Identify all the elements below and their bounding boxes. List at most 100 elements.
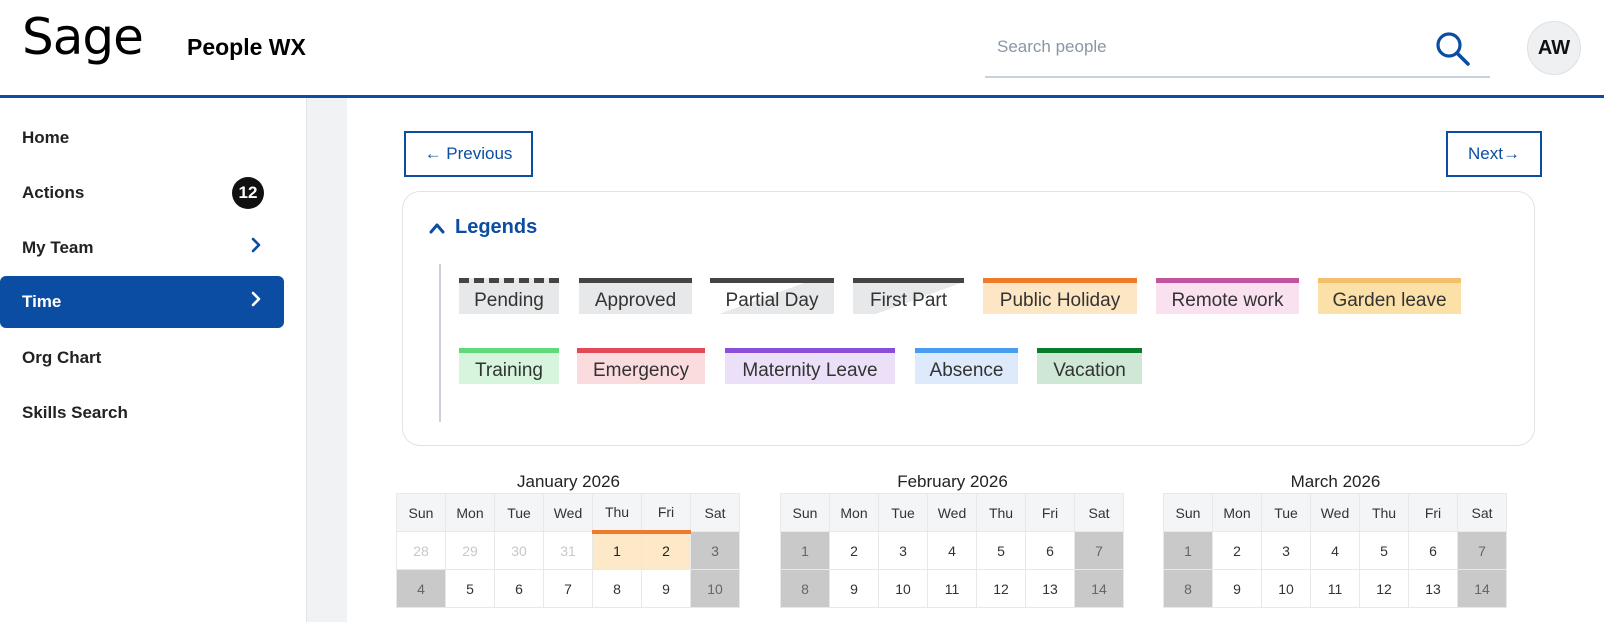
legend-chip-pending: Pending [459, 278, 559, 314]
calendar-day[interactable]: 9 [1212, 569, 1262, 608]
calendar-day[interactable]: 1 [1163, 531, 1213, 570]
app-title: People WX [187, 34, 306, 60]
calendar-day[interactable]: 8 [780, 569, 830, 608]
calendar-day[interactable]: 31 [543, 531, 593, 570]
sidebar: Home Actions 12 My Team Time Org Chart S… [0, 98, 303, 622]
legend-chip-vacation: Vacation [1037, 348, 1142, 384]
calendar-day[interactable]: 10 [1261, 569, 1311, 608]
chevron-right-icon [251, 291, 261, 307]
calendar-week-row: 28 29 30 31 1 2 3 [396, 529, 740, 570]
calendar-day[interactable]: 2 [641, 529, 691, 570]
calendar-day[interactable]: 9 [829, 569, 879, 608]
calendar-day[interactable]: 3 [1261, 531, 1311, 570]
sidebar-item-skills-search[interactable]: Skills Search [0, 387, 284, 439]
sidebar-item-actions[interactable]: Actions 12 [0, 167, 284, 219]
calendar-day[interactable]: 7 [543, 569, 593, 608]
chevron-up-icon [429, 223, 445, 233]
weekday-header: Sat [1074, 493, 1124, 532]
sidebar-item-org-chart[interactable]: Org Chart [0, 332, 284, 384]
calendar-day[interactable]: 2 [829, 531, 879, 570]
weekday-header: Thu [592, 493, 642, 532]
legend-chip-garden-leave: Garden leave [1318, 278, 1461, 314]
weekday-header: Mon [445, 493, 495, 532]
weekday-header: Tue [878, 493, 928, 532]
calendar-day[interactable]: 5 [445, 569, 495, 608]
legend-chip-partial-day: Partial Day [710, 278, 834, 314]
weekday-header: Sun [780, 493, 830, 532]
sidebar-item-label: Home [22, 128, 70, 147]
calendar-day[interactable]: 8 [592, 569, 642, 608]
calendar-day[interactable]: 9 [641, 569, 691, 608]
calendar-day[interactable]: 1 [780, 531, 830, 570]
calendar-day[interactable]: 6 [1408, 531, 1458, 570]
sidebar-item-label: Org Chart [22, 348, 102, 367]
legend-chip-first-part: First Part [853, 278, 964, 314]
sage-logo[interactable]: Sage [22, 8, 144, 66]
calendar-week-row: 8 9 10 11 12 13 14 [1163, 569, 1507, 608]
weekday-header: Sat [1457, 493, 1507, 532]
calendar-march-title: March 2026 [1290, 472, 1381, 491]
content-gutter [306, 98, 347, 622]
calendar-day[interactable]: 2 [1212, 531, 1262, 570]
legend-chip-training: Training [459, 348, 559, 384]
calendar-march: Sun Mon Tue Wed Thu Fri Sat 1 2 3 4 5 6 7 8 9 10 11 12 13 14 [1163, 493, 1507, 608]
weekday-header: Sun [1163, 493, 1213, 532]
calendar-day[interactable]: 12 [976, 569, 1026, 608]
legend-chip-absence: Absence [915, 348, 1018, 384]
weekday-header: Mon [829, 493, 879, 532]
search-input[interactable] [995, 26, 1419, 68]
actions-count-badge: 12 [232, 177, 264, 209]
calendar-day[interactable]: 5 [1359, 531, 1409, 570]
sidebar-item-time[interactable]: Time [0, 276, 284, 328]
legend-chip-maternity-leave: Maternity Leave [725, 348, 895, 384]
legend-divider [439, 264, 441, 422]
calendar-day[interactable]: 14 [1074, 569, 1124, 608]
calendar-day[interactable]: 3 [878, 531, 928, 570]
calendar-day[interactable]: 11 [927, 569, 977, 608]
calendar-day[interactable]: 30 [494, 531, 544, 570]
calendar-day[interactable]: 4 [396, 569, 446, 608]
calendar-day[interactable]: 8 [1163, 569, 1213, 608]
next-button[interactable]: Next→ [1446, 131, 1542, 177]
calendar-week-row: 1234567 [1163, 531, 1507, 570]
search-bar [985, 26, 1490, 78]
weekday-header: Mon [1212, 493, 1262, 532]
sidebar-item-my-team[interactable]: My Team [0, 222, 284, 274]
user-avatar[interactable]: AW [1527, 21, 1581, 75]
calendar-day[interactable]: 3 [690, 531, 740, 570]
sidebar-item-label: My Team [22, 238, 94, 257]
main-content: ← Previous Next→ Legends Pending Approve… [346, 98, 1604, 622]
search-icon[interactable] [1434, 30, 1472, 68]
calendar-day[interactable]: 1 [592, 529, 642, 570]
legend-chip-public-holiday: Public Holiday [983, 278, 1137, 314]
calendar-day[interactable]: 29 [445, 531, 495, 570]
weekday-header: Tue [1261, 493, 1311, 532]
calendar-day[interactable]: 4 [1310, 531, 1360, 570]
calendar-february: Sun Mon Tue Wed Thu Fri Sat 1 2 3 4 5 6 7 8 9 10 11 12 13 14 [780, 493, 1124, 608]
calendar-day[interactable]: 6 [494, 569, 544, 608]
calendar-day[interactable]: 6 [1025, 531, 1075, 570]
calendar-day[interactable]: 4 [927, 531, 977, 570]
calendar-day[interactable]: 12 [1359, 569, 1409, 608]
calendar-day[interactable]: 7 [1074, 531, 1124, 570]
calendar-week-row: 8 9 10 11 12 13 14 [780, 569, 1124, 608]
calendar-day[interactable]: 7 [1457, 531, 1507, 570]
legends-toggle[interactable]: Legends [429, 216, 537, 239]
calendar-day[interactable]: 28 [396, 531, 446, 570]
sidebar-item-home[interactable]: Home [0, 112, 284, 164]
sidebar-item-label: Skills Search [22, 403, 128, 422]
legend-chip-emergency: Emergency [577, 348, 705, 384]
calendar-day[interactable]: 13 [1025, 569, 1075, 608]
calendar-day[interactable]: 13 [1408, 569, 1458, 608]
weekday-header: Sat [690, 493, 740, 532]
weekday-header: Thu [976, 493, 1026, 532]
calendar-day[interactable]: 11 [1310, 569, 1360, 608]
calendar-day[interactable]: 10 [690, 569, 740, 608]
calendar-day[interactable]: 14 [1457, 569, 1507, 608]
calendar-day[interactable]: 5 [976, 531, 1026, 570]
previous-button[interactable]: ← Previous [404, 131, 533, 177]
calendar-day[interactable]: 10 [878, 569, 928, 608]
weekday-header: Tue [494, 493, 544, 532]
legend-chip-remote-work: Remote work [1156, 278, 1299, 314]
legends-title: Legends [455, 216, 538, 238]
